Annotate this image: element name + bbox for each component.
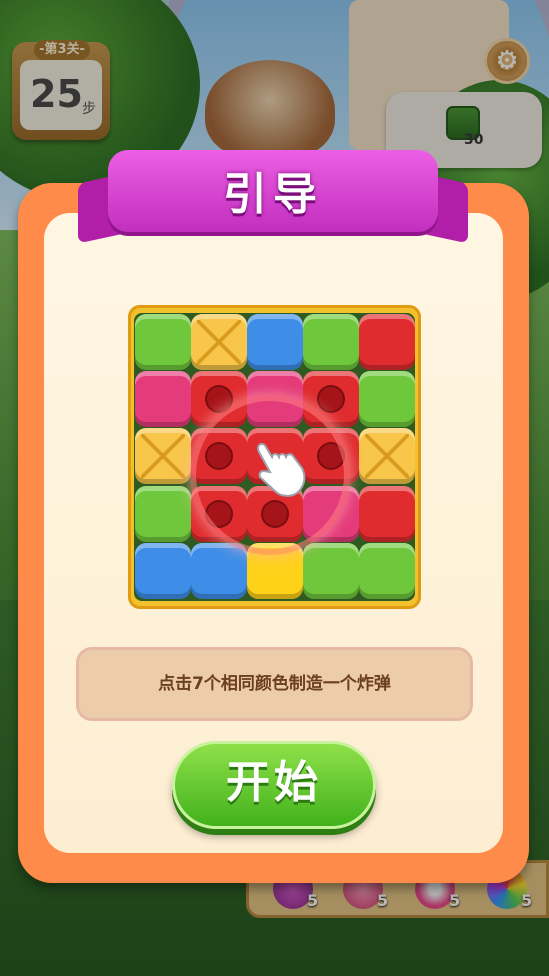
crate-icon <box>141 434 185 479</box>
board-cell-red[interactable] <box>359 485 415 542</box>
board-cell-green[interactable] <box>303 542 359 599</box>
start-button-label: 开始 <box>226 757 322 808</box>
start-button[interactable]: 开始 <box>172 741 376 829</box>
instruction-text: 点击7个相同颜色制造一个炸弹 <box>158 674 391 694</box>
board-cell-green[interactable] <box>359 542 415 599</box>
board-cell-box[interactable] <box>359 428 415 485</box>
title-ribbon: 引导 <box>78 150 468 244</box>
board-cell-green[interactable] <box>359 371 415 428</box>
board-cell-green[interactable] <box>303 314 359 370</box>
pointer-hand-icon <box>257 442 306 497</box>
board-cell-blue[interactable] <box>247 314 303 370</box>
board-cell-blue[interactable] <box>191 542 247 599</box>
crate-icon <box>365 434 409 479</box>
board-cell-box[interactable] <box>135 428 191 485</box>
board-cell-green[interactable] <box>135 485 191 542</box>
ribbon-banner: 引导 <box>108 150 438 232</box>
instruction-box: 点击7个相同颜色制造一个炸弹 <box>76 647 473 721</box>
board-cell-blue[interactable] <box>135 542 191 599</box>
dialog-title: 引导 <box>223 169 323 220</box>
bomb-icon <box>319 387 343 412</box>
board-cell-pink[interactable] <box>135 371 191 428</box>
board-cell-box[interactable] <box>191 314 247 370</box>
crate-icon <box>197 320 241 364</box>
board-cell-green[interactable] <box>135 314 191 370</box>
board-cell-red[interactable] <box>359 314 415 370</box>
